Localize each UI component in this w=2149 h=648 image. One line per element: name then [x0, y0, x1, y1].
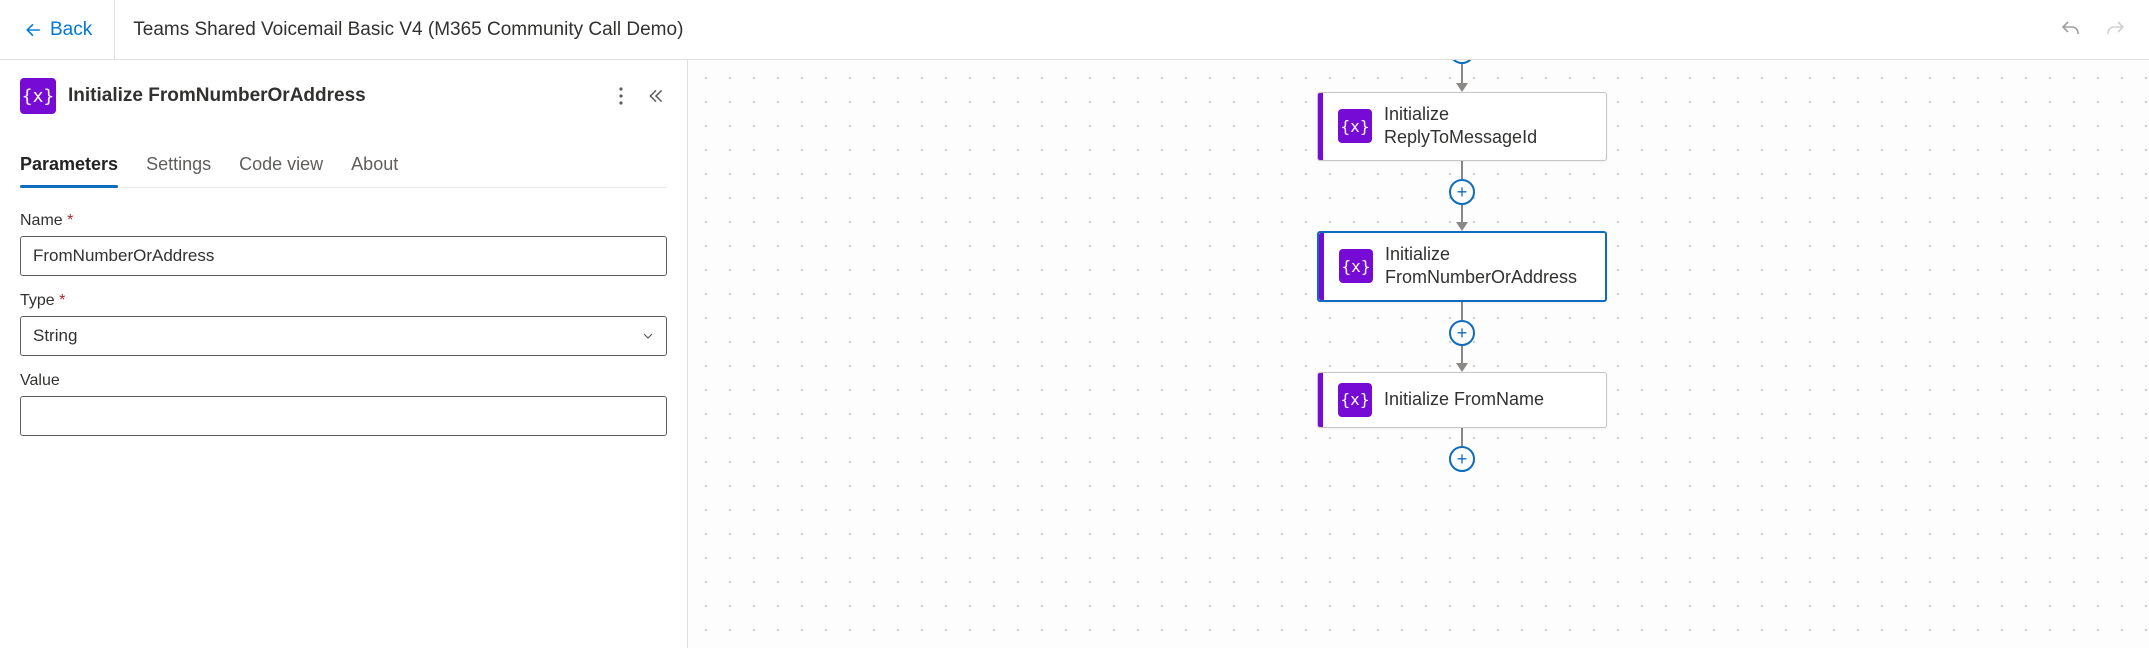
field-name: Name *: [20, 212, 667, 276]
flow-column: + {x} Initialize ReplyToMessageId + {x} …: [1312, 60, 1612, 472]
flow-node-initialize-fromname[interactable]: {x} Initialize FromName: [1317, 372, 1607, 428]
back-button[interactable]: Back: [12, 0, 115, 60]
chevron-double-left-icon: [647, 87, 665, 105]
variable-icon: {x}: [1338, 383, 1372, 417]
tab-parameters[interactable]: Parameters: [20, 144, 118, 187]
connector-line: [1461, 346, 1463, 364]
tab-code-view[interactable]: Code view: [239, 144, 323, 187]
field-type: Type *: [20, 292, 667, 356]
designer-canvas[interactable]: + {x} Initialize ReplyToMessageId + {x} …: [688, 60, 2149, 648]
panel-header-actions: [617, 85, 667, 107]
connector: +: [1449, 302, 1475, 372]
add-step-button[interactable]: +: [1449, 446, 1475, 472]
connector-line: [1461, 161, 1463, 179]
variable-icon: {x}: [20, 78, 56, 114]
connector: +: [1449, 161, 1475, 231]
type-label: Type *: [20, 292, 667, 310]
tab-label: Parameters: [20, 154, 118, 174]
name-input[interactable]: [20, 236, 667, 276]
value-input[interactable]: [20, 396, 667, 436]
flow-node-label: Initialize FromNumberOrAddress: [1385, 243, 1593, 290]
name-label: Name *: [20, 212, 667, 230]
back-label: Back: [50, 19, 92, 41]
variable-icon: {x}: [1339, 249, 1373, 283]
undo-icon: [2059, 18, 2083, 42]
panel-tabs: Parameters Settings Code view About: [20, 144, 667, 188]
field-value: Value: [20, 372, 667, 436]
details-panel: {x} Initialize FromNumberOrAddress Param…: [0, 60, 688, 648]
node-accent-stripe: [1318, 93, 1323, 160]
more-button[interactable]: [617, 85, 625, 107]
tab-label: Settings: [146, 154, 211, 174]
tab-label: Code view: [239, 154, 323, 174]
top-bar: Back Teams Shared Voicemail Basic V4 (M3…: [0, 0, 2149, 60]
connector-line: [1461, 64, 1463, 84]
workspace: {x} Initialize FromNumberOrAddress Param…: [0, 60, 2149, 648]
value-label: Value: [20, 372, 667, 390]
flow-node-initialize-replytomessageid[interactable]: {x} Initialize ReplyToMessageId: [1317, 92, 1607, 161]
connector: +: [1449, 428, 1475, 472]
panel-header: {x} Initialize FromNumberOrAddress: [20, 78, 667, 114]
flow-title: Teams Shared Voicemail Basic V4 (M365 Co…: [133, 19, 683, 41]
collapse-panel-button[interactable]: [645, 85, 667, 107]
more-vertical-icon: [619, 87, 623, 105]
tab-settings[interactable]: Settings: [146, 144, 211, 187]
arrow-down-icon: [1456, 363, 1468, 372]
panel-title: Initialize FromNumberOrAddress: [68, 85, 605, 107]
arrow-down-icon: [1456, 83, 1468, 92]
add-step-button[interactable]: +: [1449, 179, 1475, 205]
connector-line: [1461, 428, 1463, 446]
tab-label: About: [351, 154, 398, 174]
tab-about[interactable]: About: [351, 144, 398, 187]
flow-node-initialize-fromnumberoraddress[interactable]: {x} Initialize FromNumberOrAddress: [1317, 231, 1607, 302]
flow-node-label: Initialize ReplyToMessageId: [1384, 103, 1594, 150]
node-accent-stripe: [1319, 233, 1324, 300]
variable-icon: {x}: [1338, 109, 1372, 143]
add-step-button[interactable]: +: [1449, 320, 1475, 346]
back-arrow-icon: [24, 21, 42, 39]
connector-line: [1461, 302, 1463, 320]
redo-button[interactable]: [2099, 14, 2131, 46]
connector: +: [1449, 60, 1475, 92]
flow-node-label: Initialize FromName: [1384, 388, 1544, 411]
top-bar-actions: [2055, 14, 2131, 46]
node-accent-stripe: [1318, 373, 1323, 427]
connector-line: [1461, 205, 1463, 223]
type-select[interactable]: [20, 316, 667, 356]
undo-button[interactable]: [2055, 14, 2087, 46]
redo-icon: [2103, 18, 2127, 42]
arrow-down-icon: [1456, 222, 1468, 231]
